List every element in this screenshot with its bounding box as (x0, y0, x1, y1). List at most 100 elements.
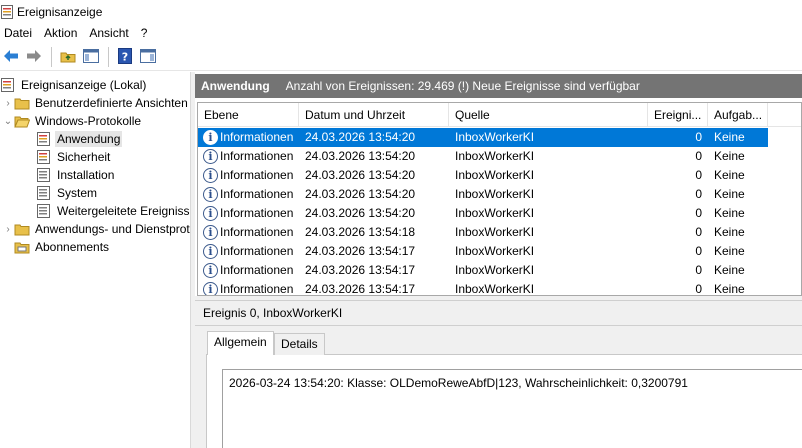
level-cell: i Informationen (198, 185, 299, 204)
date-cell: 24.03.2026 13:54:17 (305, 244, 416, 258)
tree-label: Installation (57, 168, 115, 182)
source-cell: InboxWorkerKI (455, 187, 535, 201)
tab-panel-general: 2026-03-24 13:54:20: Klasse: OLDemoReweA… (206, 354, 802, 448)
menu-aktion[interactable]: Aktion (38, 24, 83, 42)
tree-item-forwarded-events[interactable]: Weitergeleitete Ereignisse (36, 202, 190, 220)
event-id-cell: 0 (695, 263, 702, 277)
window-title: Ereignisanzeige (17, 5, 103, 19)
toolbar-separator (108, 47, 109, 67)
source-cell: InboxWorkerKI (455, 244, 535, 258)
tree-item-system[interactable]: System (36, 184, 99, 202)
table-row[interactable]: i Informationen 24.03.2026 13:54:18 InboxWo… (198, 223, 801, 242)
log-header: Anwendung Anzahl von Ereignissen: 29.469… (195, 74, 802, 98)
tree-item-custom-views[interactable]: › Benutzerdefinierte Ansichten (2, 94, 190, 112)
task-cell: Keine (714, 206, 745, 220)
info-icon: i (203, 149, 218, 164)
table-row[interactable]: i Informationen 24.03.2026 13:54:20 InboxWo… (198, 185, 801, 204)
event-id-cell: 0 (695, 168, 702, 182)
forward-button[interactable] (23, 46, 45, 68)
tree-label: Benutzerdefinierte Ansichten (35, 96, 188, 110)
task-cell: Keine (714, 244, 745, 258)
tab-details[interactable]: Details (274, 333, 325, 355)
tree-item-root[interactable]: Ereignisanzeige (Lokal) (0, 76, 148, 94)
table-row[interactable]: i Informationen 24.03.2026 13:54:17 InboxWo… (198, 261, 801, 280)
menu-ansicht[interactable]: Ansicht (83, 24, 134, 42)
event-id-cell: 0 (695, 282, 702, 296)
tree-label: Sicherheit (57, 150, 111, 164)
level-text: Informationen (220, 206, 294, 220)
task-cell: Keine (714, 282, 745, 296)
help-button[interactable]: ? (114, 46, 136, 68)
level-cell: i Informationen (198, 166, 299, 185)
events-list: Ebene Datum und Uhrzeit Quelle Ereigni..… (197, 102, 802, 296)
tree-label: Anwendung (55, 131, 123, 147)
show-console-tree-button[interactable] (80, 46, 102, 68)
source-cell: InboxWorkerKI (455, 206, 535, 220)
show-action-pane-button[interactable] (137, 46, 159, 68)
source-cell: InboxWorkerKI (455, 282, 535, 296)
tree-item-windows-logs[interactable]: ⌄ Windows-Protokolle (2, 112, 143, 130)
subscriptions-icon (14, 239, 30, 255)
level-cell: i Informationen (198, 242, 299, 261)
level-cell: i Informationen (198, 204, 299, 223)
table-row[interactable]: i Informationen 24.03.2026 13:54:20 InboxWo… (198, 147, 801, 166)
info-icon: i (203, 130, 218, 145)
toolbar-separator (51, 47, 52, 67)
help-icon: ? (118, 47, 132, 67)
level-text: Informationen (220, 282, 294, 296)
tree-item-installation[interactable]: Installation (36, 166, 116, 184)
event-message-text: 2026-03-24 13:54:20: Klasse: OLDemoReweA… (229, 376, 688, 390)
table-row[interactable]: i Informationen 24.03.2026 13:54:20 InboxWo… (198, 166, 801, 185)
tree-item-anwendung[interactable]: Anwendung (36, 130, 123, 148)
tree-label: Ereignisanzeige (Lokal) (21, 78, 147, 92)
chevron-right-icon[interactable]: › (2, 220, 14, 238)
up-level-button[interactable] (57, 46, 79, 68)
level-cell: i Informationen (198, 223, 299, 242)
action-pane-icon (140, 48, 156, 66)
tree-label: Anwendungs- und Dienstprotokolle (35, 222, 190, 236)
event-viewer-app-icon (1, 5, 13, 19)
log-icon (36, 203, 52, 219)
console-tree-icon (83, 48, 99, 66)
table-row[interactable]: i Informationen 24.03.2026 13:54:20 InboxWo… (198, 204, 801, 223)
column-header-date[interactable]: Datum und Uhrzeit (299, 103, 449, 127)
table-row[interactable]: i Informationen 24.03.2026 13:54:20 InboxWo… (198, 128, 768, 147)
level-text: Informationen (220, 244, 294, 258)
folder-open-icon (14, 113, 31, 129)
column-header-event-id[interactable]: Ereigni... (648, 103, 708, 127)
chevron-right-icon[interactable]: › (2, 94, 14, 112)
level-cell: i Informationen (198, 280, 299, 296)
tree-label: System (57, 186, 98, 200)
tab-allgemein[interactable]: Allgemein (207, 331, 274, 355)
event-message-box[interactable]: 2026-03-24 13:54:20: Klasse: OLDemoReweA… (222, 369, 802, 448)
tree-item-subscriptions[interactable]: Abonnements (14, 238, 111, 256)
source-cell: InboxWorkerKI (455, 149, 535, 163)
log-icon (36, 185, 52, 201)
menu-datei[interactable]: Datei (0, 24, 38, 42)
event-id-cell: 0 (695, 149, 702, 163)
event-viewer-icon (0, 77, 16, 93)
date-cell: 24.03.2026 13:54:18 (305, 225, 416, 239)
divider (195, 325, 802, 326)
date-cell: 24.03.2026 13:54:20 (305, 187, 416, 201)
info-icon: i (203, 206, 218, 221)
event-id-cell: 0 (695, 130, 702, 144)
source-cell: InboxWorkerKI (455, 225, 535, 239)
info-icon: i (203, 187, 218, 202)
table-row[interactable]: i Informationen 24.03.2026 13:54:17 InboxWo… (198, 242, 801, 261)
tree-item-sicherheit[interactable]: Sicherheit (36, 148, 112, 166)
level-cell: i Informationen (198, 147, 299, 166)
table-row[interactable]: i Informationen 24.03.2026 13:54:17 InboxWo… (198, 280, 801, 296)
back-button[interactable] (0, 46, 22, 68)
task-cell: Keine (714, 225, 745, 239)
event-detail-pane: Ereignis 0, InboxWorkerKI 2026-03-24 13:… (195, 300, 802, 448)
chevron-down-icon[interactable]: ⌄ (2, 112, 14, 130)
level-cell: i Informationen (198, 128, 299, 147)
column-header-source[interactable]: Quelle (449, 103, 648, 127)
menu-help[interactable]: ? (135, 24, 154, 42)
column-header-task[interactable]: Aufgab... (708, 103, 768, 127)
tree-item-app-service-logs[interactable]: › Anwendungs- und Dienstprotokolle (2, 220, 190, 238)
event-detail-title: Ereignis 0, InboxWorkerKI (203, 306, 343, 320)
date-cell: 24.03.2026 13:54:20 (305, 206, 416, 220)
column-header-level[interactable]: Ebene (198, 103, 299, 127)
